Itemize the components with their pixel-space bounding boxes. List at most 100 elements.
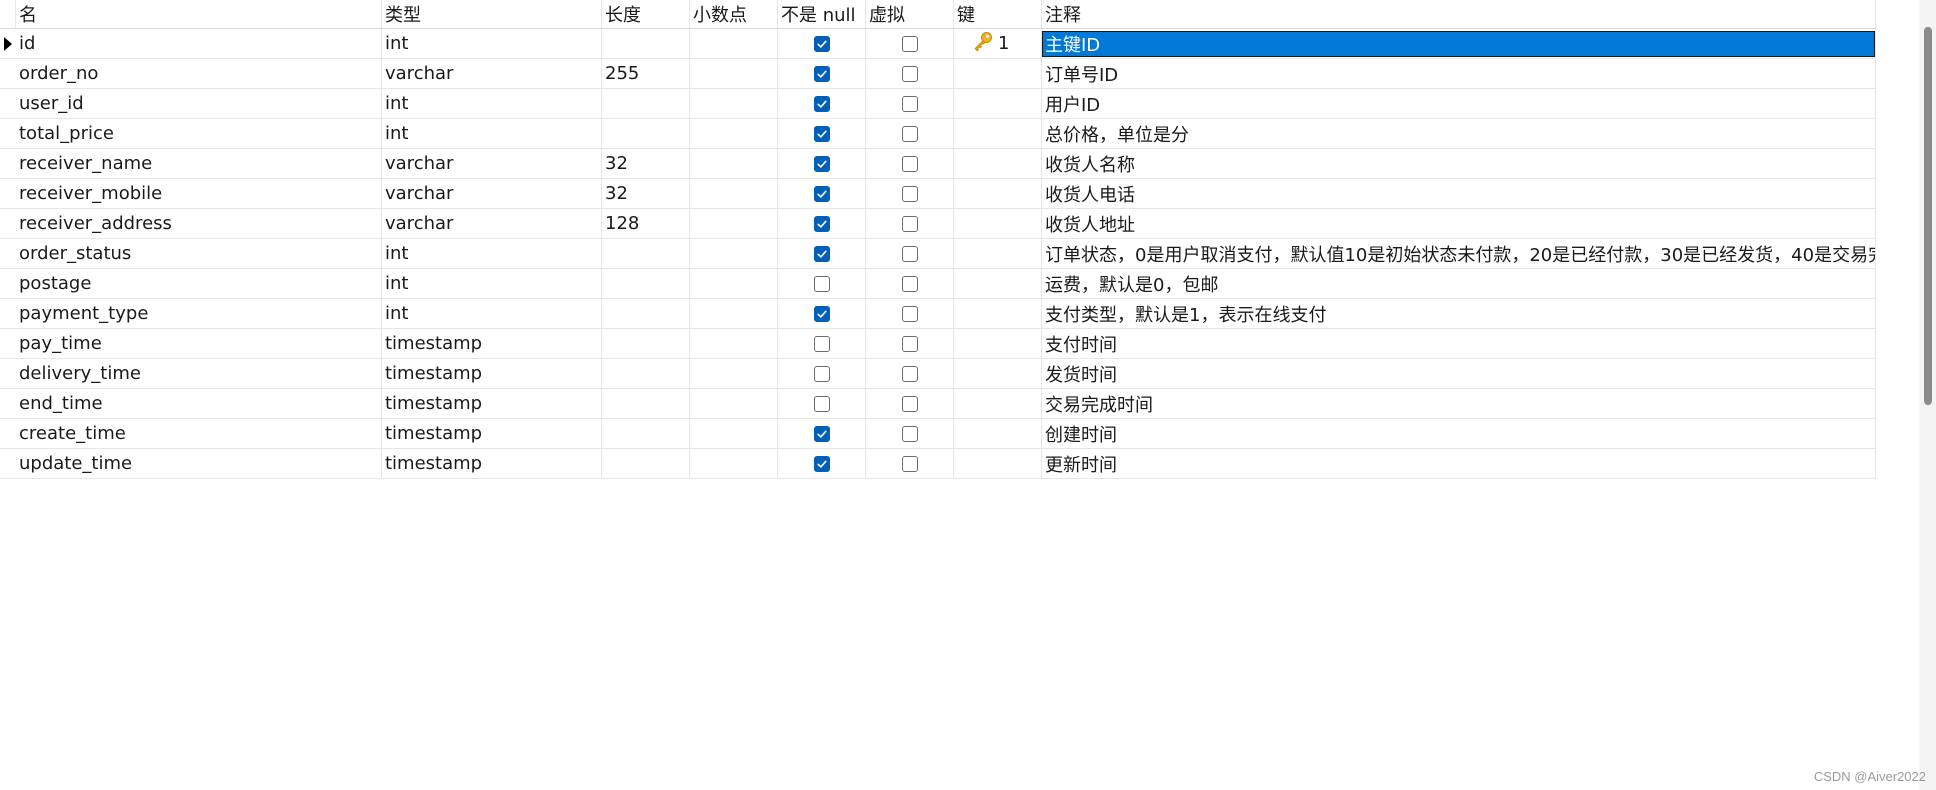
field-decimal-cell[interactable] bbox=[690, 389, 778, 418]
field-comment-cell[interactable]: 创建时间 bbox=[1042, 419, 1876, 448]
field-name-cell[interactable]: payment_type bbox=[16, 299, 382, 328]
field-comment-cell[interactable]: 交易完成时间 bbox=[1042, 389, 1876, 418]
field-decimal-cell[interactable] bbox=[690, 359, 778, 388]
virtual-checkbox[interactable] bbox=[901, 455, 918, 472]
column-header-key[interactable]: 键 bbox=[954, 0, 1042, 28]
column-header-length[interactable]: 长度 bbox=[602, 0, 690, 28]
field-length-cell[interactable] bbox=[602, 89, 690, 118]
key-cell[interactable] bbox=[954, 269, 1042, 298]
field-name-cell[interactable]: receiver_address bbox=[16, 209, 382, 238]
field-length-cell[interactable]: 128 bbox=[602, 209, 690, 238]
not-null-checkbox[interactable] bbox=[813, 245, 830, 262]
field-decimal-cell[interactable] bbox=[690, 179, 778, 208]
field-comment-cell[interactable]: 更新时间 bbox=[1042, 449, 1876, 478]
field-type-cell[interactable]: timestamp bbox=[382, 419, 602, 448]
field-comment-cell[interactable]: 主键ID bbox=[1042, 29, 1876, 58]
key-cell[interactable] bbox=[954, 329, 1042, 358]
field-type-cell[interactable]: int bbox=[382, 119, 602, 148]
field-comment-cell[interactable]: 收货人电话 bbox=[1042, 179, 1876, 208]
field-length-cell[interactable]: 32 bbox=[602, 149, 690, 178]
key-cell[interactable]: 1 bbox=[954, 29, 1042, 58]
key-cell[interactable] bbox=[954, 149, 1042, 178]
not-null-checkbox[interactable] bbox=[813, 395, 830, 412]
table-row[interactable]: receiver_address varchar 128 收货人地址 bbox=[0, 209, 1876, 239]
table-row[interactable]: receiver_name varchar 32 收货人名称 bbox=[0, 149, 1876, 179]
field-decimal-cell[interactable] bbox=[690, 59, 778, 88]
not-null-checkbox[interactable] bbox=[813, 35, 830, 52]
key-cell[interactable] bbox=[954, 299, 1042, 328]
virtual-checkbox[interactable] bbox=[901, 395, 918, 412]
field-decimal-cell[interactable] bbox=[690, 29, 778, 58]
field-type-cell[interactable]: int bbox=[382, 269, 602, 298]
field-comment-cell[interactable]: 订单状态，0是用户取消支付，默认值10是初始状态未付款，20是已经付款，30是已… bbox=[1042, 239, 1876, 268]
field-name-cell[interactable]: postage bbox=[16, 269, 382, 298]
key-cell[interactable] bbox=[954, 359, 1042, 388]
not-null-checkbox[interactable] bbox=[813, 65, 830, 82]
field-type-cell[interactable]: timestamp bbox=[382, 329, 602, 358]
field-type-cell[interactable]: int bbox=[382, 29, 602, 58]
table-row[interactable]: end_time timestamp 交易完成时间 bbox=[0, 389, 1876, 419]
virtual-checkbox[interactable] bbox=[901, 425, 918, 442]
field-name-cell[interactable]: pay_time bbox=[16, 329, 382, 358]
field-length-cell[interactable]: 255 bbox=[602, 59, 690, 88]
key-cell[interactable] bbox=[954, 59, 1042, 88]
field-length-cell[interactable] bbox=[602, 419, 690, 448]
key-cell[interactable] bbox=[954, 89, 1042, 118]
not-null-checkbox[interactable] bbox=[813, 455, 830, 472]
table-row[interactable]: delivery_time timestamp 发货时间 bbox=[0, 359, 1876, 389]
field-decimal-cell[interactable] bbox=[690, 299, 778, 328]
key-cell[interactable] bbox=[954, 119, 1042, 148]
table-row[interactable]: postage int 运费，默认是0，包邮 bbox=[0, 269, 1876, 299]
field-comment-cell[interactable]: 用户ID bbox=[1042, 89, 1876, 118]
field-decimal-cell[interactable] bbox=[690, 329, 778, 358]
field-decimal-cell[interactable] bbox=[690, 119, 778, 148]
virtual-checkbox[interactable] bbox=[901, 275, 918, 292]
field-comment-cell[interactable]: 支付类型，默认是1，表示在线支付 bbox=[1042, 299, 1876, 328]
field-length-cell[interactable]: 32 bbox=[602, 179, 690, 208]
field-length-cell[interactable] bbox=[602, 329, 690, 358]
field-name-cell[interactable]: receiver_mobile bbox=[16, 179, 382, 208]
virtual-checkbox[interactable] bbox=[901, 215, 918, 232]
field-type-cell[interactable]: int bbox=[382, 239, 602, 268]
virtual-checkbox[interactable] bbox=[901, 335, 918, 352]
key-cell[interactable] bbox=[954, 239, 1042, 268]
field-name-cell[interactable]: end_time bbox=[16, 389, 382, 418]
table-row[interactable]: total_price int 总价格，单位是分 bbox=[0, 119, 1876, 149]
field-name-cell[interactable]: create_time bbox=[16, 419, 382, 448]
field-decimal-cell[interactable] bbox=[690, 149, 778, 178]
table-row[interactable]: user_id int 用户ID bbox=[0, 89, 1876, 119]
field-name-cell[interactable]: receiver_name bbox=[16, 149, 382, 178]
table-row[interactable]: create_time timestamp 创建时间 bbox=[0, 419, 1876, 449]
key-cell[interactable] bbox=[954, 209, 1042, 238]
field-length-cell[interactable] bbox=[602, 389, 690, 418]
scrollbar-thumb[interactable] bbox=[1924, 27, 1932, 405]
field-comment-cell[interactable]: 收货人地址 bbox=[1042, 209, 1876, 238]
field-decimal-cell[interactable] bbox=[690, 239, 778, 268]
field-name-cell[interactable]: order_status bbox=[16, 239, 382, 268]
virtual-checkbox[interactable] bbox=[901, 245, 918, 262]
field-comment-cell[interactable]: 订单号ID bbox=[1042, 59, 1876, 88]
virtual-checkbox[interactable] bbox=[901, 125, 918, 142]
field-name-cell[interactable]: update_time bbox=[16, 449, 382, 478]
field-type-cell[interactable]: varchar bbox=[382, 209, 602, 238]
not-null-checkbox[interactable] bbox=[813, 125, 830, 142]
key-cell[interactable] bbox=[954, 179, 1042, 208]
column-header-decimal[interactable]: 小数点 bbox=[690, 0, 778, 28]
key-cell[interactable] bbox=[954, 389, 1042, 418]
vertical-scrollbar[interactable] bbox=[1919, 0, 1936, 790]
table-row[interactable]: update_time timestamp 更新时间 bbox=[0, 449, 1876, 479]
field-length-cell[interactable] bbox=[602, 449, 690, 478]
field-type-cell[interactable]: timestamp bbox=[382, 449, 602, 478]
column-header-type[interactable]: 类型 bbox=[382, 0, 602, 28]
field-decimal-cell[interactable] bbox=[690, 209, 778, 238]
not-null-checkbox[interactable] bbox=[813, 215, 830, 232]
field-decimal-cell[interactable] bbox=[690, 89, 778, 118]
field-length-cell[interactable] bbox=[602, 359, 690, 388]
virtual-checkbox[interactable] bbox=[901, 35, 918, 52]
column-header-not-null[interactable]: 不是 null bbox=[778, 0, 866, 28]
not-null-checkbox[interactable] bbox=[813, 95, 830, 112]
not-null-checkbox[interactable] bbox=[813, 185, 830, 202]
field-length-cell[interactable] bbox=[602, 269, 690, 298]
field-name-cell[interactable]: delivery_time bbox=[16, 359, 382, 388]
not-null-checkbox[interactable] bbox=[813, 425, 830, 442]
